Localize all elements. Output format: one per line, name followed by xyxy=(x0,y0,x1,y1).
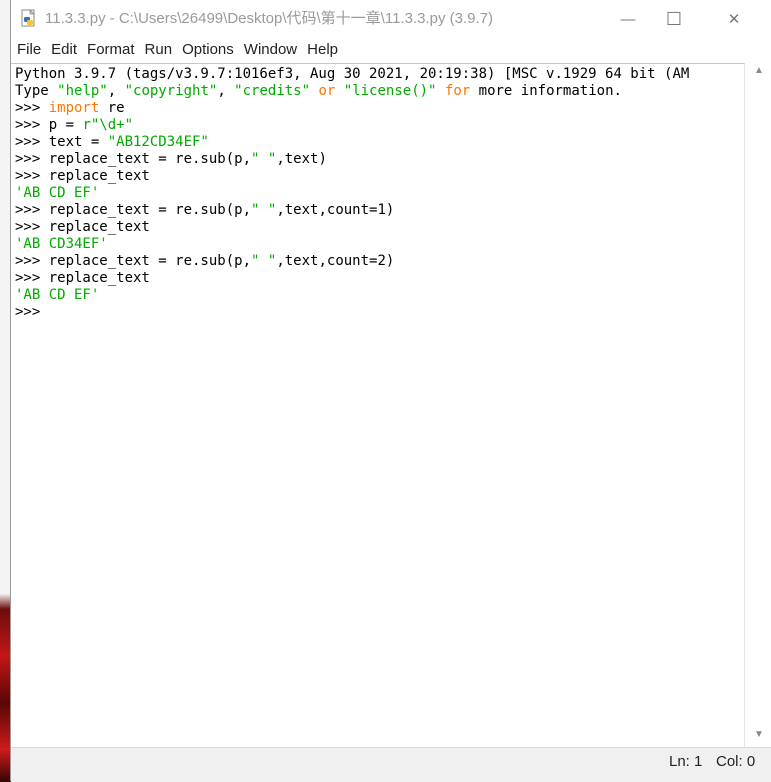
string-token: " " xyxy=(251,151,277,167)
shell-line: >>> replace_text = re.sub(p," ",text,cou… xyxy=(15,202,689,219)
text-token: >>> replace_text = re.sub(p, xyxy=(15,253,252,269)
text-token: >>> replace_text xyxy=(15,219,150,235)
menu-format[interactable]: Format xyxy=(82,38,140,62)
shell-line: >>> replace_text xyxy=(15,219,689,236)
string-token: " " xyxy=(251,202,277,218)
idle-shell-window: 11.3.3.py - C:\Users\26499\Desktop\代码\第十… xyxy=(10,0,771,782)
vertical-scrollbar[interactable]: ▲ ▼ xyxy=(745,63,771,747)
string-token: "credits" xyxy=(234,83,311,99)
shell-line: >>> import re xyxy=(15,100,689,117)
text-token: Python 3.9.7 (tags/v3.9.7:1016ef3, Aug 3… xyxy=(15,66,690,82)
status-bar: Ln: 1 Col: 0 xyxy=(11,747,771,782)
text-token: ,text) xyxy=(276,151,327,167)
string-token: r"\d+" xyxy=(82,117,134,133)
text-token: >>> xyxy=(15,304,49,320)
keyword-token: or xyxy=(318,83,336,99)
string-token: 'AB CD34EF' xyxy=(15,236,108,252)
shell-line: >>> replace_text xyxy=(15,270,689,287)
text-token: >>> replace_text xyxy=(15,168,150,184)
shell-line: >>> replace_text xyxy=(15,168,689,185)
shell-text-area[interactable]: Python 3.9.7 (tags/v3.9.7:1016ef3, Aug 3… xyxy=(11,63,745,748)
text-token: >>> p = xyxy=(15,117,83,133)
text-token: , xyxy=(217,83,235,99)
string-token: "AB12CD34EF" xyxy=(107,134,209,150)
menu-window[interactable]: Window xyxy=(239,38,302,62)
scroll-up-icon[interactable]: ▲ xyxy=(752,65,766,76)
shell-line: >>> text = "AB12CD34EF" xyxy=(15,134,689,151)
text-token: >>> replace_text xyxy=(15,270,150,286)
minimize-button[interactable]: — xyxy=(605,0,651,38)
desktop-background xyxy=(0,0,10,781)
keyword-token: import xyxy=(48,100,100,116)
shell-line: Python 3.9.7 (tags/v3.9.7:1016ef3, Aug 3… xyxy=(15,66,689,83)
text-token: ,text,count=1) xyxy=(276,202,395,218)
maximize-button[interactable]: ☐ xyxy=(651,0,697,38)
python-idle-icon xyxy=(21,9,35,27)
text-token: , xyxy=(107,83,125,99)
text-token: Type xyxy=(15,83,58,99)
string-token: 'AB CD EF' xyxy=(15,185,100,201)
window-title: 11.3.3.py - C:\Users\26499\Desktop\代码\第十… xyxy=(45,10,493,27)
title-bar[interactable]: 11.3.3.py - C:\Users\26499\Desktop\代码\第十… xyxy=(11,0,771,38)
close-icon: ✕ xyxy=(727,11,741,28)
text-token: ,text,count=2) xyxy=(276,253,395,269)
string-token: " " xyxy=(251,253,277,269)
shell-line: >>> replace_text = re.sub(p," ",text,cou… xyxy=(15,253,689,270)
shell-line: >>> p = r"\d+" xyxy=(15,117,689,134)
text-token: >>> replace_text = re.sub(p, xyxy=(15,202,252,218)
text-token: re xyxy=(99,100,125,116)
menu-file[interactable]: File xyxy=(12,38,46,62)
text-token: more information. xyxy=(470,83,622,99)
shell-line: Type "help", "copyright", "credits" or "… xyxy=(15,83,689,100)
string-token: 'AB CD EF' xyxy=(15,287,100,303)
menu-help[interactable]: Help xyxy=(302,38,343,62)
maximize-icon: ☐ xyxy=(665,8,683,29)
string-token: "license()" xyxy=(343,83,437,99)
string-token: "copyright" xyxy=(124,83,218,99)
close-button[interactable]: ✕ xyxy=(711,0,757,38)
string-token: "help" xyxy=(57,83,108,99)
menu-bar: File Edit Format Run Options Window Help xyxy=(11,38,771,62)
scroll-down-icon[interactable]: ▼ xyxy=(752,729,766,740)
text-token: >>> replace_text = re.sub(p, xyxy=(15,151,252,167)
minimize-icon: — xyxy=(620,10,636,28)
line-number-status: Ln: 1 xyxy=(669,753,703,770)
column-number-status: Col: 0 xyxy=(716,753,756,770)
menu-edit[interactable]: Edit xyxy=(46,38,82,62)
text-token: >>> xyxy=(15,100,49,116)
menu-options[interactable]: Options xyxy=(177,38,239,62)
keyword-token: for xyxy=(444,83,471,99)
shell-line: 'AB CD34EF' xyxy=(15,236,689,253)
shell-line: >>> xyxy=(15,304,689,321)
shell-output[interactable]: Python 3.9.7 (tags/v3.9.7:1016ef3, Aug 3… xyxy=(15,66,689,321)
shell-line: 'AB CD EF' xyxy=(15,287,689,304)
shell-line: >>> replace_text = re.sub(p," ",text) xyxy=(15,151,689,168)
shell-line: 'AB CD EF' xyxy=(15,185,689,202)
menu-run[interactable]: Run xyxy=(140,38,178,62)
text-token: >>> text = xyxy=(15,134,108,150)
